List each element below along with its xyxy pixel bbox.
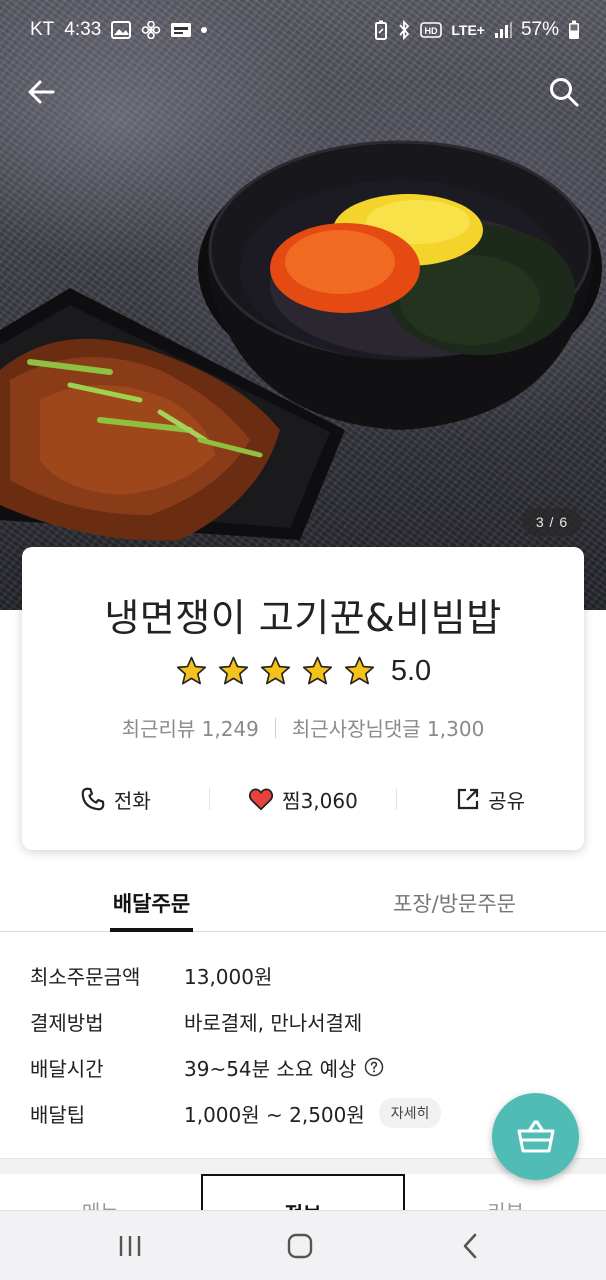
divider	[274, 717, 276, 738]
rating-value: 5.0	[390, 655, 432, 687]
recent-apps-icon	[119, 1236, 141, 1256]
store-actions: 전화 찜3,060 공유	[22, 781, 584, 817]
call-label: 전화	[113, 788, 151, 813]
network-type: LTE+	[451, 22, 485, 38]
like-count: 찜3,060	[282, 788, 358, 813]
battery-saver-icon	[375, 20, 388, 40]
food-photo	[0, 140, 602, 541]
delivery-tip-value-group: 1,000원 ~ 2,500원 자세히	[184, 1098, 442, 1128]
hd-voice-icon: HD	[420, 22, 443, 38]
payment-value: 바로결제, 만나서결제	[184, 1010, 363, 1035]
store-name: 냉면쟁이 고기꾼&비빔밥	[104, 596, 502, 640]
min-order-row: 최소주문금액 13,000원	[30, 960, 272, 990]
bluetooth-icon	[399, 20, 410, 40]
share-button[interactable]: 공유	[397, 785, 584, 814]
recent-reviews: 최근리뷰 1,249	[121, 717, 259, 741]
arrow-left-icon	[28, 80, 55, 104]
search-icon	[550, 78, 579, 107]
status-left: KT 4:33	[30, 19, 208, 41]
battery-icon	[569, 20, 579, 39]
battery-percent: 57%	[520, 19, 559, 40]
heart-icon	[249, 788, 274, 811]
status-bar: KT 4:33 HD LTE+ 57%	[0, 0, 606, 62]
min-order-value: 13,000원	[184, 964, 273, 989]
chevron-left-icon	[463, 1233, 477, 1259]
rating-row[interactable]: 5.0	[22, 655, 584, 688]
delivery-tip-detail-button[interactable]: 자세히	[378, 1098, 442, 1128]
phone-icon	[81, 787, 105, 811]
search-button[interactable]	[544, 72, 584, 112]
min-order-label: 최소주문금액	[30, 964, 141, 989]
call-button[interactable]: 전화	[22, 785, 209, 814]
delivery-tip-label: 배달팁	[30, 1102, 86, 1127]
star-icon	[218, 656, 248, 685]
store-hero-image[interactable]	[0, 0, 606, 610]
home-button[interactable]	[280, 1231, 320, 1261]
delivery-tip-row: 배달팁 1,000원 ~ 2,500원 자세히	[30, 1098, 442, 1128]
basket-icon	[517, 1120, 554, 1152]
back-button[interactable]	[21, 72, 61, 112]
clock: 4:33	[64, 19, 102, 40]
delivery-time-label: 배달시간	[30, 1056, 104, 1081]
fan-icon	[141, 21, 161, 39]
share-icon	[458, 788, 479, 810]
payment-row: 결제방법 바로결제, 만나서결제	[30, 1006, 362, 1036]
status-right: HD LTE+ 57%	[374, 19, 580, 41]
help-icon[interactable]	[364, 1057, 384, 1077]
tab-label: 포장/방문주문	[393, 892, 516, 916]
cart-button[interactable]	[492, 1093, 579, 1180]
back-nav-button[interactable]	[450, 1231, 490, 1261]
like-button[interactable]: 찜3,060	[210, 785, 397, 814]
gallery-icon	[111, 21, 132, 39]
content-tabs: 메뉴 정보 리뷰	[0, 1174, 606, 1214]
app-notification-icon	[171, 23, 192, 37]
star-icon	[176, 656, 206, 685]
active-tab-indicator	[110, 928, 193, 932]
order-type-tabs: 배달주문 포장/방문주문	[0, 870, 606, 932]
tab-delivery-order[interactable]: 배달주문	[0, 870, 303, 932]
tab-review[interactable]: 리뷰	[405, 1174, 606, 1214]
star-icon	[344, 656, 374, 685]
delivery-time-value: 39~54분 소요 예상	[184, 1056, 357, 1081]
tab-label: 배달주문	[112, 892, 191, 916]
star-icon	[302, 656, 332, 685]
system-navigation-bar	[0, 1210, 606, 1280]
recent-apps-button[interactable]	[110, 1231, 150, 1261]
share-label: 공유	[488, 788, 526, 813]
owner-comments: 최근사장님댓글 1,300	[291, 717, 485, 741]
delivery-tip-value: 1,000원 ~ 2,500원	[184, 1102, 365, 1127]
payment-label: 결제방법	[30, 1010, 104, 1035]
more-notifications-dot	[201, 27, 208, 33]
signal-icon	[494, 22, 512, 38]
tab-pickup-order[interactable]: 포장/방문주문	[303, 870, 606, 931]
delivery-time-value-group: 39~54분 소요 예상	[184, 1053, 384, 1082]
home-icon	[287, 1233, 313, 1259]
store-info-card: 냉면쟁이 고기꾼&비빔밥 5.0 최근리뷰 1,249 최근사장님댓글 1,30…	[22, 547, 584, 850]
tab-info[interactable]: 정보	[200, 1174, 406, 1214]
carrier-label: KT	[30, 19, 55, 40]
image-page-counter: 3 / 6	[522, 508, 582, 536]
delivery-time-row: 배달시간 39~54분 소요 예상	[30, 1052, 384, 1082]
svg-text:HD: HD	[425, 26, 438, 36]
tab-menu[interactable]: 메뉴	[0, 1174, 201, 1214]
star-icon	[260, 656, 290, 685]
review-summary[interactable]: 최근리뷰 1,249 최근사장님댓글 1,300	[22, 713, 584, 742]
